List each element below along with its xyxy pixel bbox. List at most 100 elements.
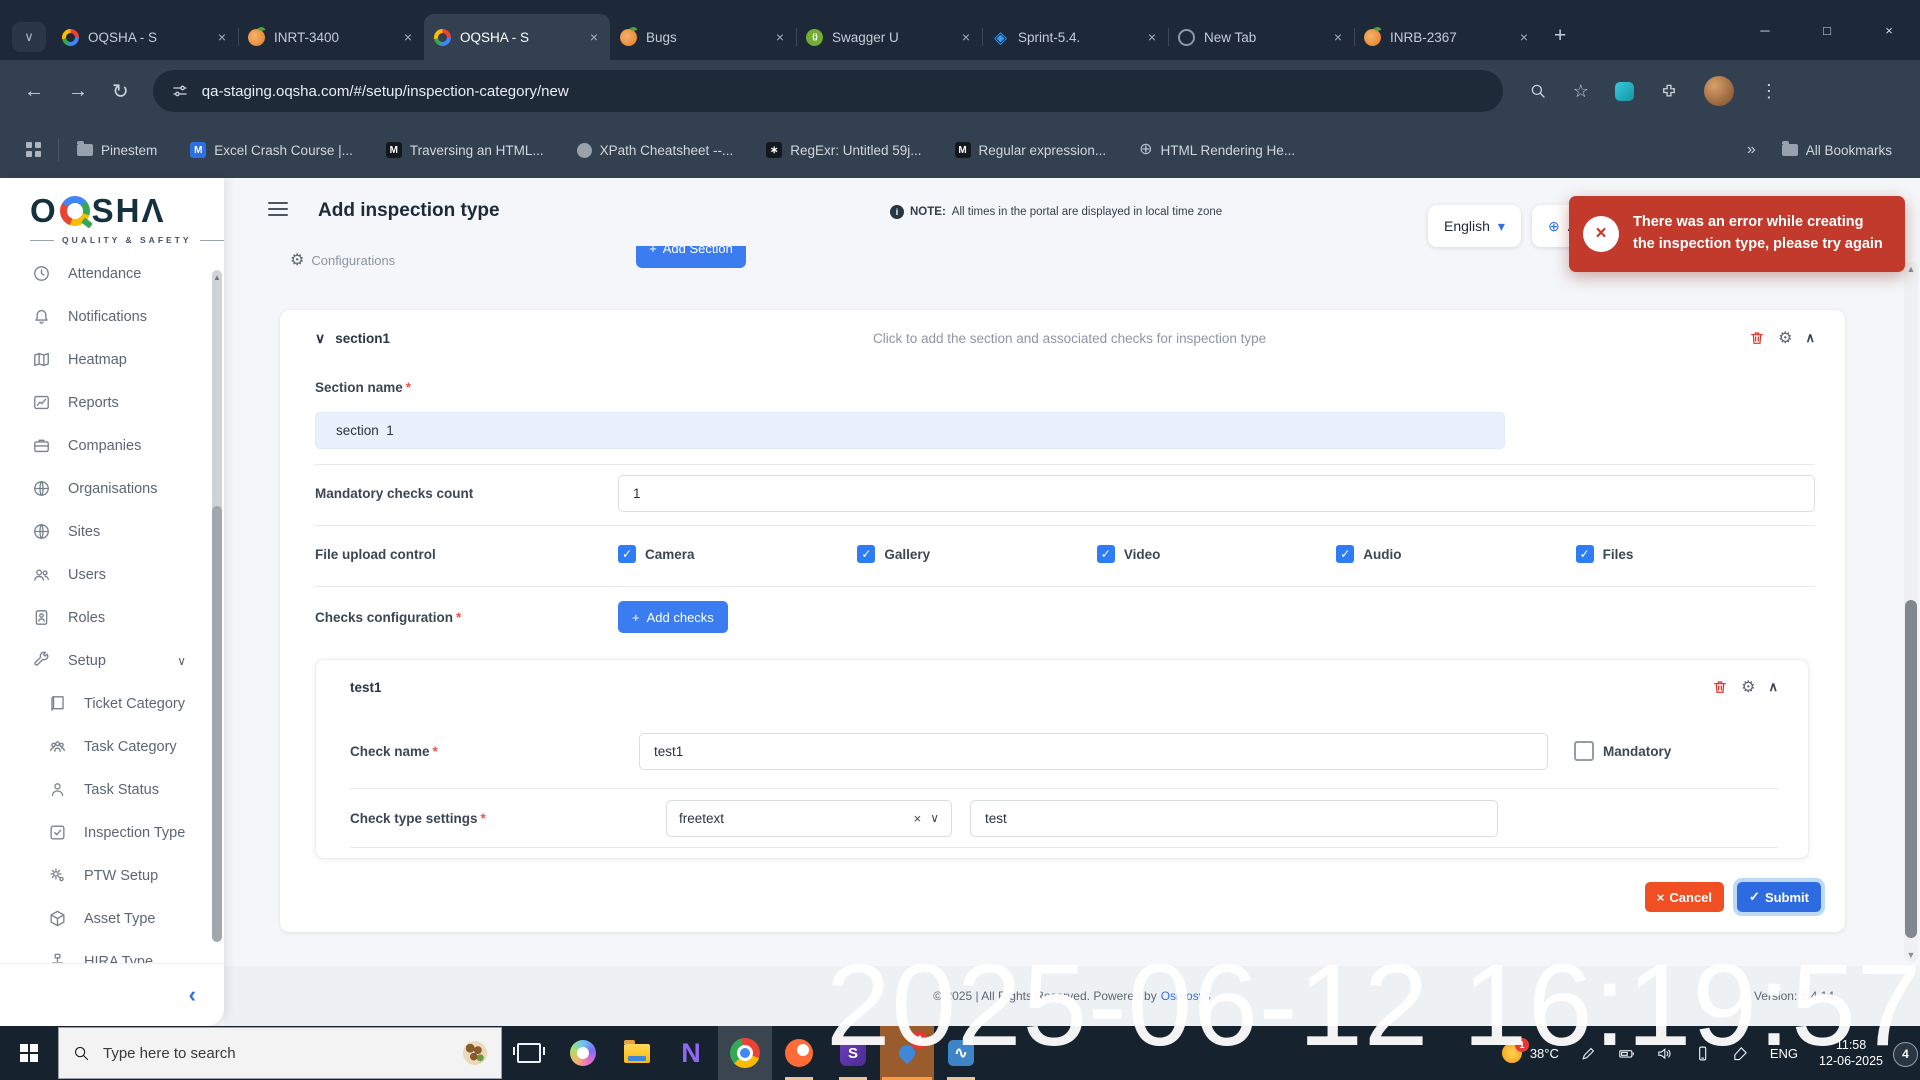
minimize-button[interactable]: ─ [1734,0,1796,60]
sidebar-item-ptw-setup[interactable]: PTW Setup [0,854,224,897]
bookmark-regular-expression[interactable]: M Regular expression... [955,142,1107,158]
scroll-down-icon[interactable]: ▼ [1904,950,1918,960]
close-button[interactable]: × [1858,0,1920,60]
purple-n-app-button[interactable]: N [664,1026,718,1080]
gear-icon[interactable]: ⚙ [1741,677,1755,697]
battery-icon[interactable] [1618,1045,1635,1062]
tab-close-icon[interactable]: × [1146,29,1158,45]
tab-new-tab[interactable]: New Tab × [1168,14,1354,60]
chevron-up-icon[interactable]: ∧ [1805,330,1815,346]
tab-search-button[interactable]: ∨ [12,22,46,52]
tab-swagger[interactable]: {;} Swagger U × [796,14,982,60]
sidebar-item-roles[interactable]: Roles [0,596,224,639]
tab-close-icon[interactable]: × [216,29,228,45]
sidebar-scrollbar-thumb[interactable] [212,506,222,942]
site-settings-icon[interactable] [171,82,189,100]
trash-icon[interactable] [1749,330,1765,346]
section-header[interactable]: ∨ section1 Click to add the section and … [315,310,1815,366]
chevron-down-icon[interactable]: ∨ [315,330,325,347]
s-app-button[interactable]: S [826,1026,880,1080]
sidebar-item-task-category[interactable]: Task Category [0,725,224,768]
check-card-header[interactable]: test1 ⚙ ∧ [350,660,1778,714]
mysql-workbench-button[interactable]: ∿ [934,1026,988,1080]
gear-icon[interactable]: ⚙ [1778,328,1792,348]
section-name-input[interactable] [315,412,1505,449]
pen-icon[interactable] [1580,1045,1597,1062]
sidebar-item-users[interactable]: Users [0,553,224,596]
sidebar-item-organisations[interactable]: Organisations [0,467,224,510]
tab-sprint[interactable]: ◈ Sprint-5.4. × [982,14,1168,60]
bookmark-excel-course[interactable]: M Excel Crash Course |... [190,142,353,158]
zoom-search-icon[interactable] [1529,82,1547,100]
file-explorer-button[interactable] [610,1026,664,1080]
sidebar-item-attendance[interactable]: Attendance [0,266,224,295]
bookmark-star-icon[interactable]: ☆ [1573,81,1589,102]
mandatory-checkbox[interactable]: Mandatory [1574,741,1671,761]
osmosys-link[interactable]: Osmosys [1161,989,1211,1003]
postman-button[interactable] [772,1026,826,1080]
extension-teal-icon[interactable] [1615,82,1634,101]
tab-close-icon[interactable]: × [402,29,414,45]
sidebar-item-companies[interactable]: Companies [0,424,224,467]
mandatory-count-input[interactable] [618,475,1815,512]
trash-icon[interactable] [1712,679,1728,695]
files-checkbox[interactable]: ✓ Files [1576,545,1815,563]
content-scrollbar-thumb[interactable] [1905,600,1917,938]
clear-selection-icon[interactable]: × [914,811,922,826]
camera-checkbox[interactable]: ✓ Camera [618,545,857,563]
address-bar[interactable]: qa-staging.oqsha.com/#/setup/inspection-… [153,70,1503,112]
sidebar-item-setup[interactable]: Setup ∨ [0,639,224,682]
sidebar-item-ticket-category[interactable]: Ticket Category [0,682,224,725]
add-checks-button[interactable]: + Add checks [618,601,728,633]
scroll-up-icon[interactable]: ▲ [1904,264,1918,274]
forward-button[interactable]: → [68,80,88,103]
task-view-button[interactable] [502,1026,556,1080]
mail-app-button[interactable]: 4 [880,1026,934,1080]
chevron-down-icon[interactable]: ∨ [930,811,939,825]
add-section-button[interactable]: + Add Section [636,246,746,268]
bookmark-traversing-html[interactable]: M Traversing an HTML... [386,142,544,158]
search-highlight-food-icon[interactable] [463,1041,487,1065]
tab-inrb-2367[interactable]: INRB-2367 × [1354,14,1540,60]
tab-close-icon[interactable]: × [774,29,786,45]
submit-button[interactable]: ✓ Submit [1737,882,1821,912]
sidebar-item-asset-type[interactable]: Asset Type [0,897,224,940]
maximize-button[interactable]: □ [1796,0,1858,60]
start-button[interactable] [0,1026,58,1080]
sidebar-item-reports[interactable]: Reports [0,381,224,424]
chevron-up-icon[interactable]: ∧ [1768,679,1778,695]
extensions-puzzle-icon[interactable] [1660,82,1678,100]
content-scrollbar[interactable]: ▲ ▼ [1904,262,1918,962]
tab-oqsha-2-active[interactable]: OQSHA - S × [424,14,610,60]
bookmark-xpath-cheatsheet[interactable]: XPath Cheatsheet --... [577,143,734,158]
gallery-checkbox[interactable]: ✓ Gallery [857,545,1096,563]
sidebar-collapse-button[interactable]: ‹ [189,982,196,1008]
cancel-button[interactable]: × Cancel [1645,882,1724,912]
taskbar-clock[interactable]: 11:58 12-06-2025 [1819,1037,1883,1070]
bookmark-regexr[interactable]: ∗ RegExr: Untitled 59j... [766,142,921,158]
reload-button[interactable]: ↻ [112,79,129,104]
bookmark-pinestem[interactable]: Pinestem [77,143,157,158]
volume-icon[interactable] [1656,1045,1673,1062]
browser-menu-icon[interactable]: ⋮ [1760,81,1778,102]
audio-checkbox[interactable]: ✓ Audio [1336,545,1575,563]
tab-close-icon[interactable]: × [1518,29,1530,45]
sidebar-scrollbar[interactable]: ▲ [212,270,222,896]
phone-link-icon[interactable] [1694,1045,1711,1062]
check-type-value-input[interactable] [970,800,1498,837]
weather-widget[interactable]: 1 38°C [1502,1043,1559,1063]
back-button[interactable]: ← [24,80,44,103]
tab-bugs[interactable]: Bugs × [610,14,796,60]
bookmark-html-rendering[interactable]: ⊕ HTML Rendering He... [1139,142,1295,158]
action-center-button[interactable]: 4 [1906,1046,1908,1061]
language-selector[interactable]: English ▾ [1428,205,1521,247]
language-indicator[interactable]: ENG [1770,1046,1798,1061]
profile-avatar[interactable] [1704,76,1734,106]
url-text[interactable]: qa-staging.oqsha.com/#/setup/inspection-… [202,83,569,100]
bookmarks-overflow-chevron[interactable]: » [1747,141,1756,159]
video-checkbox[interactable]: ✓ Video [1097,545,1336,563]
tab-close-icon[interactable]: × [1332,29,1344,45]
sidebar-item-task-status[interactable]: Task Status [0,768,224,811]
sidebar-item-hira-type[interactable]: HIRA Type [0,940,224,964]
new-tab-button[interactable]: + [1554,24,1566,48]
